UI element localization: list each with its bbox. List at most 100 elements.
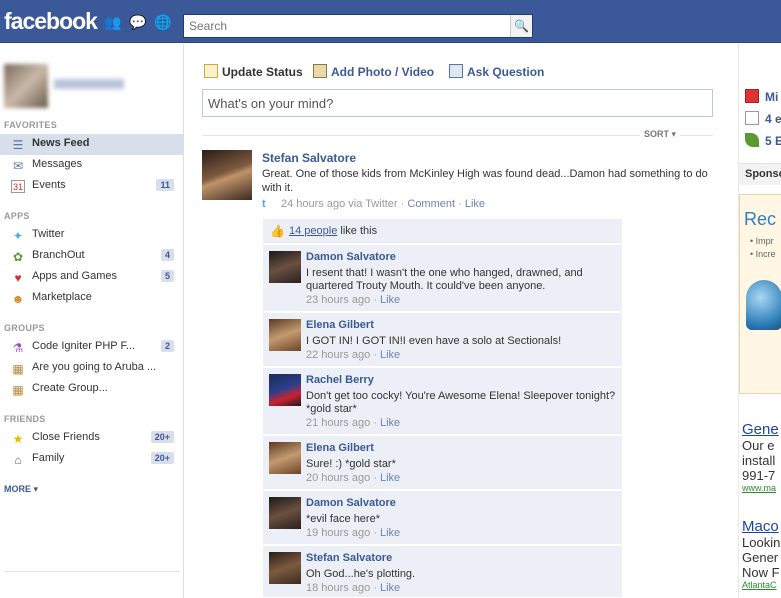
ad-box[interactable]: Rec • Impr • Incre xyxy=(739,194,781,394)
right-column: Mi 4 e 5 E Sponsored Rec • Impr • Incre … xyxy=(738,44,781,598)
likes-box: 👍 14 people like this xyxy=(263,219,622,243)
ask-question-label: Ask Question xyxy=(467,65,545,79)
create-group-icon: ▦ xyxy=(12,383,24,397)
sort-button[interactable]: SORT ▾ xyxy=(640,129,681,140)
commenter-avatar[interactable] xyxy=(269,552,301,584)
comment-like-link[interactable]: Like xyxy=(380,294,400,306)
comment-text: *evil face here* xyxy=(306,513,380,525)
thumbs-up-icon: 👍 xyxy=(270,224,285,238)
likes-count-link[interactable]: 14 people xyxy=(289,225,337,237)
leaf-icon: ✿ xyxy=(12,250,24,264)
commenter-name[interactable]: Rachel Berry xyxy=(306,374,374,386)
profile-name[interactable] xyxy=(54,79,124,89)
commenter-avatar[interactable] xyxy=(269,442,301,474)
sidebar-item-twitter[interactable]: ✦ Twitter xyxy=(0,225,184,246)
comment-meta: 21 hours ago · Like xyxy=(306,417,401,429)
update-status-label: Update Status xyxy=(222,65,303,79)
ad-line: Lookin xyxy=(742,535,781,550)
comment-link[interactable]: Comment xyxy=(407,198,455,210)
like-link[interactable]: Like xyxy=(465,198,485,210)
sidebar-item-label: Events xyxy=(32,179,66,191)
comment-text: Don't get too cocky! You're Awesome Elen… xyxy=(306,390,616,415)
commenter-name[interactable]: Elena Gilbert xyxy=(306,319,374,331)
status-input[interactable]: What's on your mind? xyxy=(202,89,713,117)
star-icon: ★ xyxy=(12,432,24,446)
sidebar-item-label: Twitter xyxy=(32,228,65,240)
sidebar-item-code-igniter[interactable]: ⚗ Code Igniter PHP F... 2 xyxy=(0,337,184,358)
comment-like-link[interactable]: Like xyxy=(380,472,400,484)
sidebar-item-label: BranchOut xyxy=(32,249,85,261)
sidebar-item-messages[interactable]: ✉ Messages xyxy=(0,155,184,176)
right-item-branchout[interactable]: 5 E xyxy=(745,133,781,148)
comment-time: 19 hours ago xyxy=(306,527,371,539)
comment-meta: 23 hours ago · Like xyxy=(306,294,401,306)
commenter-name[interactable]: Stefan Salvatore xyxy=(306,552,392,564)
comment-like-link[interactable]: Like xyxy=(380,349,400,361)
ad-title[interactable]: Gene xyxy=(742,421,779,438)
comment-time: 18 hours ago xyxy=(306,582,371,594)
comment-like-link[interactable]: Like xyxy=(380,582,400,594)
sidebar-item-apps-and-games[interactable]: ♥ Apps and Games 5 xyxy=(0,267,184,288)
notifications-globe-icon[interactable]: 🌐 xyxy=(154,13,172,31)
story-author[interactable]: Stefan Salvatore xyxy=(262,151,356,165)
sidebar-item-label: Family xyxy=(32,452,65,464)
comment-time: 21 hours ago xyxy=(306,417,371,429)
commenter-avatar[interactable] xyxy=(269,374,301,406)
sidebar-item-news-feed[interactable]: ☰ News Feed xyxy=(0,134,184,155)
ad-url[interactable]: AtlantaC xyxy=(742,580,780,590)
ask-question-tab[interactable]: Ask Question xyxy=(449,64,544,80)
right-item-gift[interactable]: Mi xyxy=(745,89,778,104)
more-link[interactable]: MORE ▾ xyxy=(4,484,38,495)
marketplace-icon: ☻ xyxy=(11,292,25,306)
commenter-avatar[interactable] xyxy=(269,251,301,283)
right-item-events[interactable]: 4 e xyxy=(745,111,781,126)
sidebar-item-close-friends[interactable]: ★ Close Friends 20+ xyxy=(0,428,184,449)
groups-heading: GROUPS xyxy=(4,323,45,333)
left-sidebar: FAVORITES ☰ News Feed ✉ Messages 31 Even… xyxy=(0,44,184,598)
sidebar-item-family[interactable]: ⌂ Family 20+ xyxy=(0,449,184,470)
comment-meta: 19 hours ago · Like xyxy=(306,527,401,539)
commenter-avatar[interactable] xyxy=(269,497,301,529)
sidebar-item-create-group[interactable]: ▦ Create Group... xyxy=(0,379,184,400)
comment-like-link[interactable]: Like xyxy=(380,527,400,539)
ad-box-bullet: • Incre xyxy=(750,249,776,259)
sidebar-item-aruba[interactable]: ▦ Are you going to Aruba ... xyxy=(0,358,184,379)
comment-meta: 18 hours ago · Like xyxy=(306,582,401,594)
count-badge: 20+ xyxy=(150,431,174,443)
sidebar-item-label: Are you going to Aruba ... xyxy=(32,361,157,373)
ad-url[interactable]: www.ma xyxy=(742,483,779,493)
sidebar-item-events[interactable]: 31 Events 11 xyxy=(0,176,184,197)
comment-like-link[interactable]: Like xyxy=(380,417,400,429)
comment-item: Damon Salvatore *evil face here* 19 hour… xyxy=(263,491,622,545)
sidebar-item-marketplace[interactable]: ☻ Marketplace xyxy=(0,288,184,309)
ad-box-bullet: • Impr xyxy=(750,236,774,246)
messages-icon[interactable]: 💬 xyxy=(129,13,147,31)
comment-item: Elena Gilbert I GOT IN! I GOT IN!I even … xyxy=(263,313,622,367)
sidebar-item-label: Code Igniter PHP F... xyxy=(32,340,136,352)
facebook-logo[interactable]: facebook xyxy=(4,8,98,35)
more-label: MORE xyxy=(4,484,31,494)
brain-head-image xyxy=(746,280,781,330)
commenter-avatar[interactable] xyxy=(269,319,301,351)
sidebar-item-label: Apps and Games xyxy=(32,270,117,282)
comment-time: 22 hours ago xyxy=(306,349,371,361)
sidebar-item-label: Messages xyxy=(32,158,83,170)
search-input[interactable] xyxy=(184,15,504,37)
search-icon[interactable]: 🔍 xyxy=(510,15,532,37)
ad-line: install xyxy=(742,453,776,468)
profile-avatar[interactable] xyxy=(4,64,48,108)
ad-item[interactable]: Maco Lookin Gener Now F AtlantaC xyxy=(742,518,780,590)
sidebar-item-branchout[interactable]: ✿ BranchOut 4 xyxy=(0,246,184,267)
update-status-tab[interactable]: Update Status xyxy=(204,64,303,80)
friend-requests-icon[interactable]: 👥 xyxy=(104,13,122,31)
commenter-name[interactable]: Damon Salvatore xyxy=(306,251,396,263)
commenter-name[interactable]: Elena Gilbert xyxy=(306,442,374,454)
top-bar: facebook 👥 💬 🌐 🔍 xyxy=(0,0,781,43)
ad-title[interactable]: Maco xyxy=(742,518,780,535)
story-author-avatar[interactable] xyxy=(202,150,252,200)
add-photo-tab[interactable]: Add Photo / Video xyxy=(313,64,434,80)
story-meta: t 24 hours ago via Twitter · Comment · Li… xyxy=(262,198,486,210)
commenter-name[interactable]: Damon Salvatore xyxy=(306,497,396,509)
sidebar-item-label: Create Group... xyxy=(32,382,108,394)
ad-item[interactable]: Gene Our e install 991-7 www.ma xyxy=(742,421,779,493)
